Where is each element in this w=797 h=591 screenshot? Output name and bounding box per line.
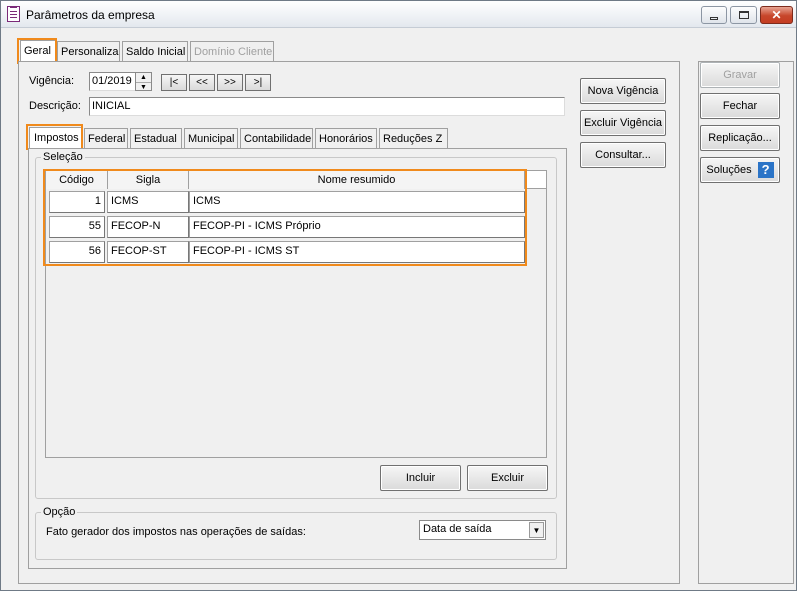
close-icon: ✕ (771, 8, 782, 22)
tab-honorarios[interactable]: Honorários (315, 128, 377, 149)
table-row[interactable]: 56 FECOP-ST FECOP-PI - ICMS ST (46, 241, 546, 263)
tab-label: Geral (24, 45, 51, 57)
tab-geral[interactable]: Geral (20, 40, 56, 61)
previous-button[interactable]: << (189, 74, 215, 91)
fechar-button[interactable]: Fechar (700, 93, 780, 119)
maximize-icon (738, 11, 749, 19)
tab-label: Impostos (34, 132, 79, 144)
descricao-label: Descrição: (29, 100, 81, 112)
excluir-vigencia-button[interactable]: Excluir Vigência (580, 110, 666, 136)
gravar-button: Gravar (700, 62, 780, 88)
spin-down-icon[interactable]: ▼ (136, 82, 151, 91)
tab-personaliza[interactable]: Personaliza (57, 41, 120, 62)
document-icon (7, 6, 20, 22)
tab-label: Domínio Cliente (194, 46, 273, 58)
excluir-button[interactable]: Excluir (467, 465, 548, 491)
minimize-icon (710, 16, 718, 20)
fato-gerador-label: Fato gerador dos impostos nas operações … (46, 526, 306, 538)
column-codigo[interactable]: Código (46, 171, 108, 189)
cell-codigo[interactable]: 55 (49, 216, 105, 238)
tab-dominio-cliente: Domínio Cliente (190, 41, 274, 62)
nova-vigencia-button[interactable]: Nova Vigência (580, 78, 666, 104)
cell-codigo[interactable]: 56 (49, 241, 105, 263)
descricao-input[interactable]: INICIAL (89, 97, 565, 116)
cell-nome[interactable]: ICMS (189, 191, 525, 213)
tab-label: Municipal (188, 133, 235, 145)
window-title: Parâmetros da empresa (26, 8, 155, 22)
tab-contabilidade[interactable]: Contabilidade (240, 128, 313, 149)
tab-label: Reduções Z (383, 133, 443, 145)
tab-label: Estadual (134, 133, 177, 145)
tab-label: Personaliza (61, 46, 119, 58)
title-bar: Parâmetros da empresa ✕ (1, 1, 796, 28)
cell-sigla[interactable]: FECOP-N (107, 216, 189, 238)
vigencia-spinner[interactable]: ▲ ▼ (135, 72, 152, 91)
first-button[interactable]: |< (161, 74, 187, 91)
tab-label: Saldo Inicial (126, 46, 186, 58)
next-button[interactable]: >> (217, 74, 243, 91)
tab-reducoes-z[interactable]: Reduções Z (379, 128, 448, 149)
column-sigla[interactable]: Sigla (108, 171, 189, 189)
impostos-grid: Código Sigla Nome resumido 1 ICMS ICMS 5… (45, 170, 547, 458)
cell-sigla[interactable]: FECOP-ST (107, 241, 189, 263)
last-button[interactable]: >| (245, 74, 271, 91)
column-nome-resumido[interactable]: Nome resumido (189, 171, 525, 189)
consultar-button[interactable]: Consultar... (580, 142, 666, 168)
vigencia-input[interactable]: 01/2019 (89, 72, 136, 91)
tab-saldo-inicial[interactable]: Saldo Inicial (122, 41, 188, 62)
minimize-button[interactable] (701, 6, 727, 24)
help-icon: ? (757, 162, 774, 178)
grid-header: Código Sigla Nome resumido (46, 171, 546, 189)
tab-label: Federal (88, 133, 126, 145)
selecao-legend: Seleção (43, 151, 83, 163)
incluir-button[interactable]: Incluir (380, 465, 461, 491)
tab-municipal[interactable]: Municipal (184, 128, 238, 149)
fato-gerador-value: Data de saída (423, 523, 492, 535)
tab-label: Contabilidade (244, 133, 312, 145)
tab-impostos[interactable]: Impostos (29, 127, 82, 148)
solucoes-label: Soluções (706, 163, 752, 176)
vigencia-label: Vigência: (29, 75, 75, 87)
close-button[interactable]: ✕ (760, 6, 793, 24)
spin-up-icon[interactable]: ▲ (136, 73, 151, 82)
cell-codigo[interactable]: 1 (49, 191, 105, 213)
tab-label: Honorários (319, 133, 373, 145)
tab-estadual[interactable]: Estadual (130, 128, 182, 149)
cell-nome[interactable]: FECOP-PI - ICMS ST (189, 241, 525, 263)
maximize-button[interactable] (730, 6, 757, 24)
opcao-legend: Opção (43, 506, 76, 518)
tab-federal[interactable]: Federal (84, 128, 128, 149)
replicacao-button[interactable]: Replicação... (700, 125, 780, 151)
cell-sigla[interactable]: ICMS (107, 191, 189, 213)
window: Parâmetros da empresa ✕ Geral Personaliz… (0, 0, 797, 591)
cell-nome[interactable]: FECOP-PI - ICMS Próprio (189, 216, 525, 238)
table-row[interactable]: 1 ICMS ICMS (46, 191, 546, 213)
table-row[interactable]: 55 FECOP-N FECOP-PI - ICMS Próprio (46, 216, 546, 238)
solucoes-button[interactable]: Soluções? (700, 157, 780, 183)
fato-gerador-select[interactable]: Data de saída ▼ (419, 520, 546, 540)
dropdown-arrow-icon[interactable]: ▼ (529, 522, 544, 538)
